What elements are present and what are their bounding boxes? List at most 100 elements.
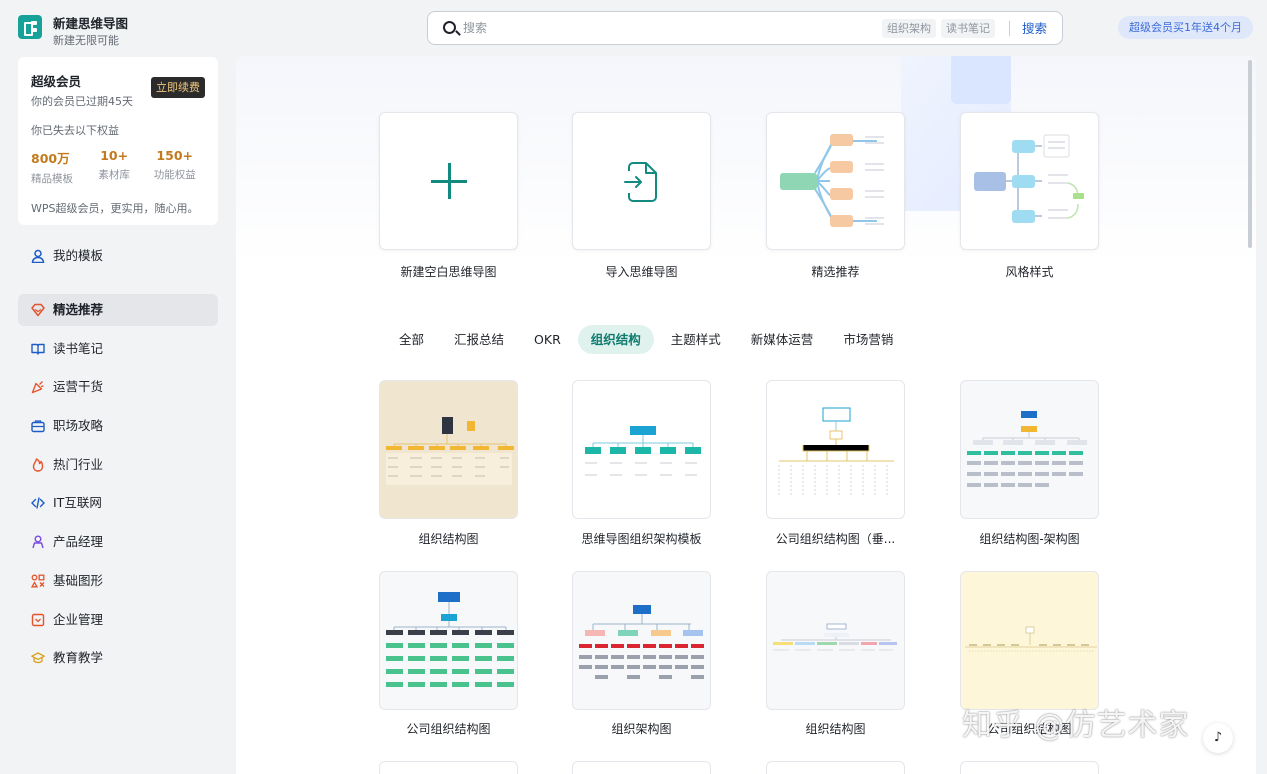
tab-marketing[interactable]: 市场营销	[830, 325, 906, 354]
search-tag-reading[interactable]: 读书笔记	[941, 19, 995, 38]
main-panel: 新建空白思维导图 导入思维导图 精选推荐 风格样式 全部 汇报总结 OKR 组织…	[236, 56, 1256, 774]
sidebar-nav: 我的模板 精选推荐 读书笔记 运营干货 职场攻略 热门行业 IT互联网 产品经理…	[18, 240, 218, 681]
sidebar-item-product-manager[interactable]: 产品经理	[18, 526, 218, 558]
mindmap-preview-illustration	[780, 134, 884, 227]
sidebar-item-hot-industry[interactable]: 热门行业	[18, 449, 218, 481]
style-card[interactable]	[960, 112, 1099, 250]
stat-value: 10+	[100, 148, 129, 163]
renew-button[interactable]: 立即续费	[151, 77, 205, 98]
promo-button[interactable]: 超级会员买1年送4个月	[1118, 16, 1253, 39]
tab-org-structure[interactable]: 组织结构	[577, 325, 654, 354]
template-thumbnail	[386, 417, 514, 485]
template-thumbnail	[778, 407, 894, 495]
gem-icon	[31, 303, 45, 317]
fire-icon	[32, 458, 44, 472]
import-mindmap-card[interactable]	[572, 112, 711, 250]
template-card[interactable]	[379, 380, 518, 519]
sidebar-item-label: 读书笔记	[53, 340, 104, 356]
briefcase-icon	[31, 420, 45, 433]
stat-templates: 800万 精品模板	[31, 148, 84, 186]
template-card[interactable]	[960, 571, 1099, 710]
new-blank-mindmap-card[interactable]	[379, 112, 518, 250]
sidebar-item-label: 教育教学	[53, 650, 104, 666]
sidebar-item-label: 热门行业	[53, 456, 104, 472]
template-card[interactable]	[766, 761, 905, 774]
member-slogan: WPS超级会员，更实用，随心用。	[31, 202, 199, 215]
template-card[interactable]	[572, 571, 711, 710]
sidebar-item-label: 基础图形	[53, 572, 104, 588]
template-card[interactable]	[766, 380, 905, 519]
template-card[interactable]	[379, 761, 518, 774]
sidebar-item-label: IT互联网	[53, 495, 102, 511]
calendar-icon	[31, 613, 45, 626]
tab-theme-style[interactable]: 主题样式	[658, 325, 734, 354]
tab-report-summary[interactable]: 汇报总结	[441, 325, 517, 354]
template-thumbnail	[585, 426, 701, 476]
featured-card[interactable]	[766, 112, 905, 250]
search-input[interactable]	[463, 18, 763, 38]
stat-label: 功能权益	[153, 169, 196, 181]
stat-label: 精品模板	[31, 173, 73, 185]
stat-materials: 10+ 素材库	[84, 148, 145, 186]
stat-value: 150+	[156, 148, 193, 163]
watermark: 知乎 @仿艺术家	[962, 708, 1190, 743]
search-button[interactable]: 搜索	[1022, 19, 1047, 38]
sidebar-item-label: 职场攻略	[53, 418, 104, 434]
sidebar-item-basic-shapes[interactable]: 基础图形	[18, 565, 218, 597]
stat-label: 素材库	[98, 169, 130, 181]
sidebar-item-workplace[interactable]: 职场攻略	[18, 410, 218, 442]
template-title: 组织架构图	[611, 722, 672, 736]
sidebar-item-it-internet[interactable]: IT互联网	[18, 487, 218, 519]
stat-value: 800万	[31, 151, 70, 166]
sidebar-item-enterprise-mgmt[interactable]: 企业管理	[18, 604, 218, 636]
template-thumbnail	[773, 623, 897, 651]
sidebar-item-label: 我的模板	[53, 248, 104, 263]
template-card[interactable]	[572, 380, 711, 519]
template-card[interactable]	[379, 571, 518, 710]
template-title: 组织结构图	[418, 532, 479, 546]
import-file-icon	[624, 162, 657, 202]
template-thumbnail	[965, 626, 1097, 652]
search-tag-org[interactable]: 组织架构	[882, 19, 936, 38]
import-mindmap-label: 导入思维导图	[605, 265, 678, 279]
template-title: 组织结构图	[805, 722, 866, 736]
member-card: 超级会员 你的会员已过期45天 立即续费 你已失去以下权益 800万 精品模板 …	[18, 57, 218, 225]
benefit-stats: 800万 精品模板 10+ 素材库 150+ 功能权益	[31, 148, 205, 186]
featured-label: 精选推荐	[811, 265, 860, 279]
category-tabs: 全部 汇报总结 OKR 组织结构 主题样式 新媒体运营 市场营销	[386, 325, 910, 354]
search-box: 组织架构 读书笔记 搜索	[427, 11, 1063, 45]
decor-glow	[951, 56, 1011, 104]
template-card[interactable]	[572, 761, 711, 774]
new-blank-mindmap-label: 新建空白思维导图	[400, 265, 497, 279]
template-card[interactable]	[960, 380, 1099, 519]
template-thumbnail	[967, 411, 1087, 487]
sidebar-item-operations[interactable]: 运营干货	[18, 371, 218, 403]
template-card[interactable]	[960, 761, 1099, 774]
person-icon	[32, 535, 44, 549]
template-title: 思维导图组织架构模板	[581, 532, 702, 546]
style-label: 风格样式	[1005, 265, 1054, 279]
party-icon	[31, 381, 44, 394]
sidebar-item-label: 运营干货	[53, 379, 104, 395]
sidebar-item-education[interactable]: 教育教学	[18, 642, 218, 674]
sidebar-item-featured[interactable]: 精选推荐	[18, 294, 218, 326]
sidebar-item-my-templates[interactable]: 我的模板	[18, 240, 218, 272]
sidebar-item-label: 企业管理	[53, 611, 104, 627]
shapes-icon	[31, 574, 45, 588]
tab-okr[interactable]: OKR	[521, 325, 574, 354]
template-card[interactable]	[766, 571, 905, 710]
plus-icon	[431, 180, 467, 183]
sidebar-item-reading-notes[interactable]: 读书笔记	[18, 333, 218, 365]
scrollbar-thumb[interactable]	[1248, 60, 1252, 248]
lost-benefits-text: 你已失去以下权益	[31, 124, 119, 137]
book-icon	[31, 343, 45, 355]
tab-new-media[interactable]: 新媒体运营	[738, 325, 827, 354]
template-title: 组织结构图-架构图	[979, 532, 1080, 546]
tab-all[interactable]: 全部	[386, 325, 437, 354]
feedback-float-button[interactable]: ♪	[1203, 723, 1233, 753]
sidebar-item-label: 产品经理	[53, 534, 104, 550]
template-title: 公司组织结构图	[406, 722, 491, 736]
template-thumbnail	[579, 605, 704, 679]
graduation-cap-icon	[31, 652, 45, 664]
stat-features: 150+ 功能权益	[144, 148, 205, 186]
